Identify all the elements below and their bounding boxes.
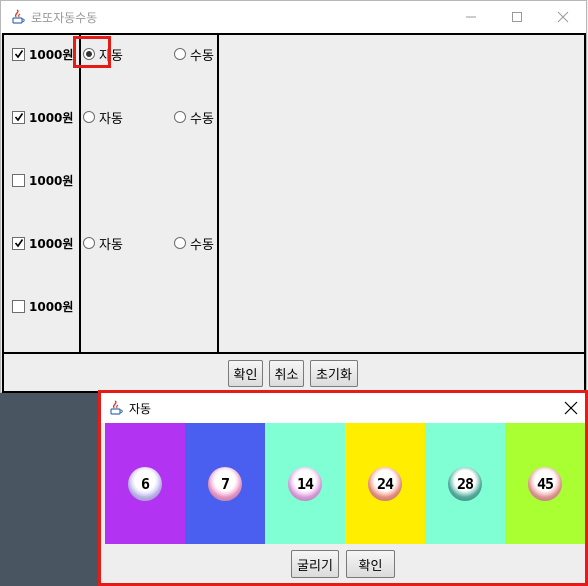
- reset-button[interactable]: 초기화: [310, 360, 358, 387]
- amount-label: 1000원: [29, 47, 74, 62]
- checkbox-checked[interactable]: [12, 110, 25, 124]
- lotto-ball: 45: [528, 466, 562, 501]
- auto-radio-option[interactable]: 자동: [83, 230, 123, 256]
- lotto-ball: 28: [448, 466, 482, 501]
- lotto-balls-panel: 6 7 14 24 28 45: [105, 423, 585, 544]
- ball-number: 28: [456, 474, 474, 493]
- manual-label: 수동: [190, 237, 214, 253]
- confirm-button[interactable]: 확인: [228, 360, 263, 387]
- auto-radio-option[interactable]: 자동: [83, 104, 123, 130]
- popup-titlebar[interactable]: 자동: [101, 393, 585, 423]
- cancel-button[interactable]: 취소: [269, 360, 304, 387]
- manual-radio-option[interactable]: 수동: [174, 41, 214, 67]
- ball-number: 45: [536, 474, 554, 493]
- manual-radio-option[interactable]: 수동: [174, 104, 214, 130]
- bottom-bar: 확인 취소 초기화: [2, 354, 586, 393]
- lotto-ball: 24: [368, 466, 402, 501]
- popup-confirm-button[interactable]: 확인: [346, 550, 395, 578]
- amount-label: 1000원: [29, 299, 74, 314]
- radio-button[interactable]: [174, 48, 186, 60]
- checkbox-checked[interactable]: [12, 236, 25, 250]
- manual-label: 수동: [190, 48, 214, 64]
- checkbox-column: 1000원 1000원 1000원 1000원 1000원: [2, 33, 80, 353]
- checkbox-row[interactable]: 1000원: [2, 41, 73, 67]
- window-title: 로또자동수동: [31, 10, 98, 25]
- checkbox-row[interactable]: 1000원: [2, 104, 73, 130]
- ball-number: 24: [376, 474, 394, 493]
- radio-button[interactable]: [83, 237, 95, 249]
- close-icon[interactable]: [540, 1, 586, 33]
- highlight-box: [73, 36, 111, 68]
- ball-number: 7: [220, 474, 230, 493]
- lotto-ball: 7: [208, 466, 242, 501]
- main-titlebar[interactable]: 로또자동수동: [1, 1, 586, 33]
- java-icon: [10, 9, 26, 25]
- auto-label: 자동: [99, 111, 123, 127]
- ball-number: 6: [140, 474, 150, 493]
- ball-cell: 45: [505, 423, 585, 544]
- radio-column: 자동 수동 자동 수동 자동 수동: [81, 33, 218, 353]
- java-icon: [108, 400, 124, 416]
- radio-button[interactable]: [83, 111, 95, 123]
- ball-cell: 14: [265, 423, 345, 544]
- lotto-ball: 14: [288, 466, 322, 501]
- roll-button[interactable]: 굴리기: [291, 550, 339, 578]
- amount-label: 1000원: [29, 236, 74, 251]
- ball-cell: 7: [185, 423, 265, 544]
- divider: [584, 33, 586, 393]
- lotto-ball: 6: [128, 466, 162, 501]
- manual-label: 수동: [190, 111, 214, 127]
- maximize-icon[interactable]: [494, 1, 540, 33]
- minimize-icon[interactable]: [448, 1, 494, 33]
- checkbox[interactable]: [12, 173, 25, 187]
- ball-cell: 28: [425, 423, 505, 544]
- checkbox[interactable]: [12, 299, 25, 313]
- manual-radio-option[interactable]: 수동: [174, 230, 214, 256]
- close-icon[interactable]: [563, 400, 579, 416]
- checkbox-row[interactable]: 1000원: [2, 293, 73, 319]
- auto-popup-window: 자동 6 7 14 24 28 45 굴리기 확인: [98, 390, 588, 586]
- checkbox-checked[interactable]: [12, 47, 25, 61]
- content-area: 1000원 1000원 1000원 1000원 1000원 자동 수동 자동 수동 자동 수동 확…: [2, 33, 586, 393]
- ball-number: 14: [296, 474, 314, 493]
- radio-button[interactable]: [174, 111, 186, 123]
- ball-cell: 6: [105, 423, 185, 544]
- popup-title: 자동: [129, 401, 152, 416]
- radio-button[interactable]: [174, 237, 186, 249]
- ball-cell: 24: [345, 423, 425, 544]
- amount-label: 1000원: [29, 110, 74, 125]
- auto-label: 자동: [99, 237, 123, 253]
- checkbox-row[interactable]: 1000원: [2, 167, 73, 193]
- amount-label: 1000원: [29, 173, 74, 188]
- checkbox-row[interactable]: 1000원: [2, 230, 73, 256]
